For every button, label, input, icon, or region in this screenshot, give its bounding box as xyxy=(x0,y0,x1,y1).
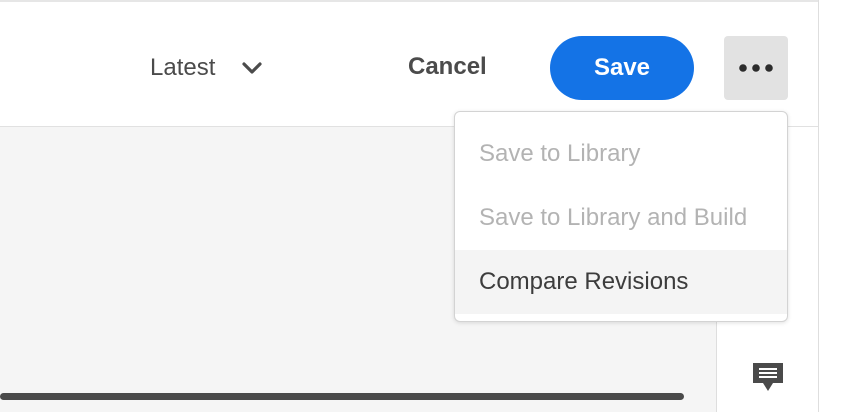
menu-item-label: Save to Library xyxy=(479,140,641,167)
comment-icon[interactable] xyxy=(751,361,785,395)
menu-item-label: Save to Library and Build xyxy=(479,204,748,231)
version-dropdown[interactable]: Latest xyxy=(150,50,263,86)
chevron-down-icon xyxy=(241,61,263,75)
menu-item-compare-revisions[interactable]: Compare Revisions xyxy=(455,250,787,314)
menu-item-save-to-library[interactable]: Save to Library xyxy=(455,122,787,186)
more-options-button[interactable] xyxy=(724,36,788,100)
top-toolbar: Latest Cancel Save xyxy=(0,0,818,127)
menu-item-save-to-library-and-build[interactable]: Save to Library and Build xyxy=(455,186,787,250)
cancel-button[interactable]: Cancel xyxy=(396,46,499,88)
more-horizontal-icon xyxy=(739,64,773,72)
horizontal-scrollbar[interactable] xyxy=(0,393,684,400)
window-edge xyxy=(818,0,852,412)
save-button[interactable]: Save xyxy=(550,36,694,100)
menu-item-label: Compare Revisions xyxy=(479,268,689,295)
more-options-menu: Save to Library Save to Library and Buil… xyxy=(454,111,788,322)
editor-app: Latest Cancel Save Save to Library Save … xyxy=(0,0,818,412)
version-dropdown-label: Latest xyxy=(150,54,216,81)
